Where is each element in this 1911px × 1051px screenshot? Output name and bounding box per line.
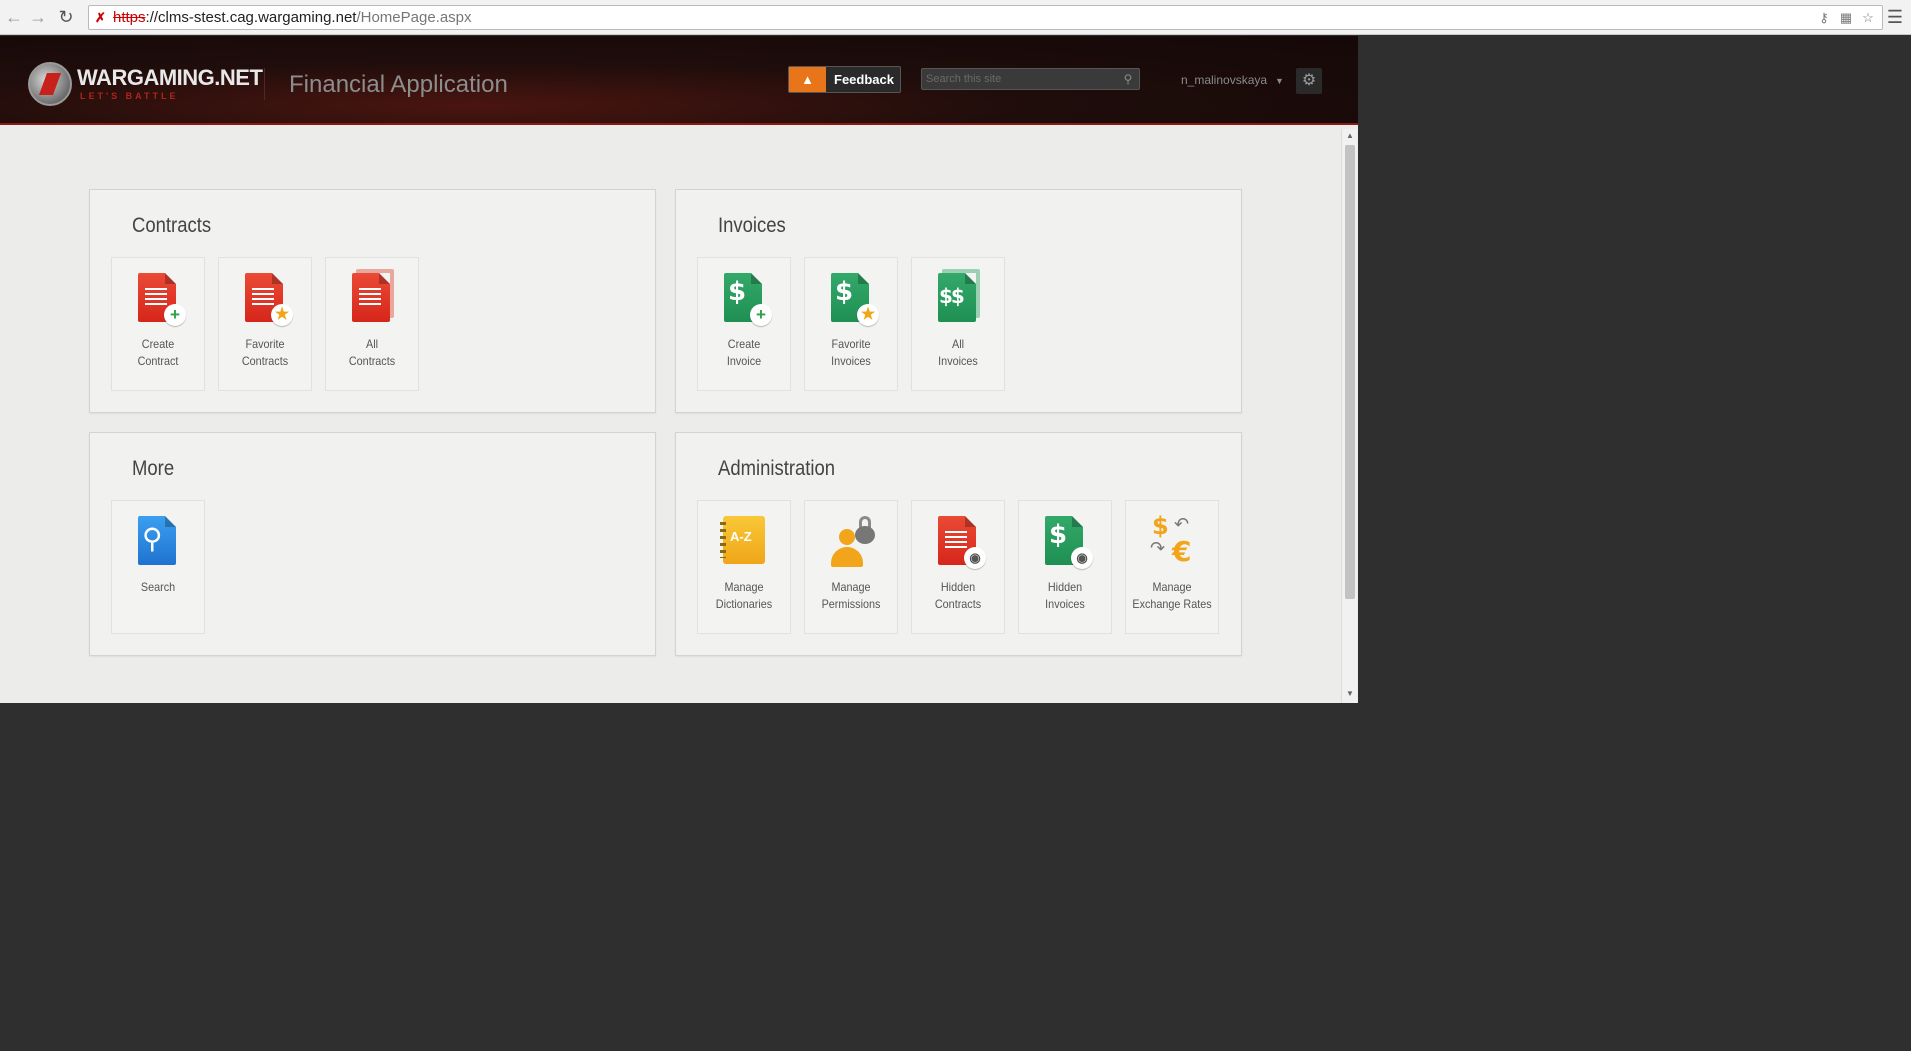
- gear-icon[interactable]: ⚙: [1296, 68, 1322, 94]
- tile-label: All Contracts: [348, 337, 396, 368]
- browser-menu-icon[interactable]: ☰: [1886, 8, 1904, 26]
- forward-arrow-icon[interactable]: →: [28, 7, 48, 27]
- back-arrow-icon[interactable]: ←: [4, 7, 24, 27]
- feedback-icon: ▲: [789, 67, 826, 92]
- create-contract-tile[interactable]: + Create Contract: [111, 257, 205, 391]
- hidden-contracts-tile[interactable]: ◉ Hidden Contracts: [911, 500, 1005, 634]
- scroll-down-arrow-icon[interactable]: ▼: [1345, 689, 1355, 699]
- invoices-panel: Invoices $ + Create Invoice $ ★ Favorite I…: [675, 189, 1242, 413]
- tile-label: Create Contract: [137, 337, 179, 368]
- administration-panel: Administration A-Z Manage Dictionaries Ma…: [675, 432, 1242, 656]
- hidden-invoices-tile[interactable]: $ ◉ Hidden Invoices: [1018, 500, 1112, 634]
- panel-title: Contracts: [132, 214, 212, 237]
- tile-label: Create Invoice: [726, 337, 762, 368]
- page-viewport: WARGAMING.NET LET'S BATTLE Financial App…: [0, 36, 1358, 703]
- all-invoices-tile[interactable]: $$ All Invoices: [911, 257, 1005, 391]
- tile-label: Manage Permissions: [821, 580, 881, 611]
- feedback-label: Feedback: [834, 72, 894, 87]
- search-tile[interactable]: ⚲ Search: [111, 500, 205, 634]
- hidden-contracts-icon: ◉: [936, 516, 986, 569]
- contracts-panel: Contracts + Create Contract ★ Favorite Con…: [89, 189, 656, 413]
- exchange-rates-icon: $ € ↶ ↷: [1150, 512, 1192, 568]
- bookmark-star-icon[interactable]: ☆: [1860, 10, 1876, 26]
- scroll-up-arrow-icon[interactable]: ▲: [1345, 131, 1355, 141]
- permissions-icon: [829, 516, 875, 568]
- panel-title: More: [132, 457, 175, 480]
- user-menu[interactable]: n_malinovskaya ▼: [1181, 73, 1284, 87]
- site-search: ⚲: [921, 68, 1140, 90]
- panel-title: Administration: [718, 457, 836, 480]
- all-contracts-icon: [350, 269, 396, 325]
- manage-dictionaries-tile[interactable]: A-Z Manage Dictionaries: [697, 500, 791, 634]
- favorite-contracts-tile[interactable]: ★ Favorite Contracts: [218, 257, 312, 391]
- address-bar[interactable]: ✗ https://clms-stest.cag.wargaming.net/H…: [88, 5, 1883, 30]
- tile-label: All Invoices: [938, 337, 978, 368]
- tile-label: Manage Dictionaries: [715, 580, 773, 611]
- search-icon: ⚲: [136, 516, 182, 568]
- username: n_malinovskaya: [1181, 73, 1268, 87]
- search-icon[interactable]: ⚲: [1120, 71, 1136, 87]
- create-invoice-icon: $ +: [722, 273, 772, 326]
- tile-label: Favorite Invoices: [831, 337, 871, 368]
- wargaming-logo-icon[interactable]: [28, 62, 72, 106]
- logo-text[interactable]: WARGAMING.NET: [77, 65, 263, 91]
- scrollbar-thumb[interactable]: [1345, 145, 1355, 599]
- translate-icon[interactable]: ▦: [1838, 10, 1854, 26]
- favorite-invoices-icon: $ ★: [829, 273, 879, 326]
- reload-icon[interactable]: ↻: [56, 7, 76, 27]
- favorite-invoices-tile[interactable]: $ ★ Favorite Invoices: [804, 257, 898, 391]
- all-invoices-icon: $$: [936, 269, 982, 325]
- tile-label: Search: [140, 580, 176, 594]
- page-scrollbar[interactable]: ▲ ▼: [1341, 129, 1357, 703]
- header-divider: [264, 68, 265, 100]
- tile-label: Manage Exchange Rates: [1132, 580, 1212, 611]
- panel-title: Invoices: [718, 214, 786, 237]
- key-icon[interactable]: ⚷: [1816, 10, 1832, 26]
- create-invoice-tile[interactable]: $ + Create Invoice: [697, 257, 791, 391]
- tile-label: Hidden Invoices: [1045, 580, 1085, 611]
- browser-toolbar: ← → ↻ ✗ https://clms-stest.cag.wargaming…: [0, 0, 1911, 35]
- app-title: Financial Application: [289, 71, 508, 98]
- url-text[interactable]: https://clms-stest.cag.wargaming.net/Hom…: [113, 9, 472, 27]
- feedback-button[interactable]: ▲ Feedback: [788, 66, 901, 93]
- dictionary-icon: A-Z: [720, 516, 768, 568]
- more-panel: More ⚲ Search: [89, 432, 656, 656]
- search-input[interactable]: [926, 71, 1116, 87]
- create-contract-icon: +: [136, 273, 186, 326]
- hidden-invoices-icon: $ ◉: [1043, 516, 1093, 569]
- manage-permissions-tile[interactable]: Manage Permissions: [804, 500, 898, 634]
- favorite-contracts-icon: ★: [243, 273, 293, 326]
- logo-tagline: LET'S BATTLE: [80, 91, 179, 101]
- all-contracts-tile[interactable]: All Contracts: [325, 257, 419, 391]
- chevron-down-icon: ▼: [1275, 76, 1284, 86]
- site-header: WARGAMING.NET LET'S BATTLE Financial App…: [0, 36, 1358, 125]
- tile-label: Favorite Contracts: [241, 337, 289, 368]
- tile-label: Hidden Contracts: [934, 580, 982, 611]
- manage-exchange-rates-tile[interactable]: $ € ↶ ↷ Manage Exchange Rates: [1125, 500, 1219, 634]
- insecure-lock-icon[interactable]: ✗: [95, 10, 109, 25]
